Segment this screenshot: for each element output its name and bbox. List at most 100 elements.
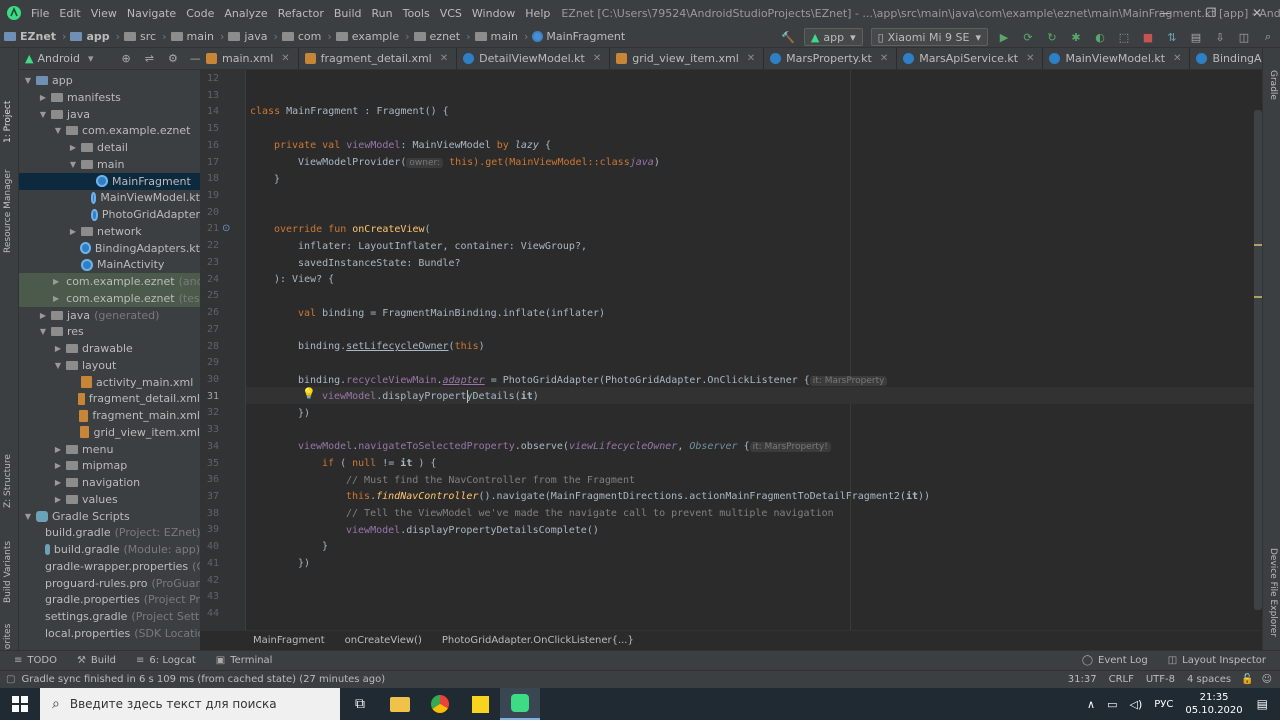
expand-arrow-icon[interactable]: ▼ [23,512,33,521]
side-tab-resource-manager[interactable]: Resource Manager [3,169,13,253]
tree-item[interactable]: activity_main.xml [19,374,200,391]
crumb-src[interactable]: src › [120,30,167,43]
menu-edit[interactable]: Edit [54,7,85,20]
tool-tab-todo[interactable]: ≡ TODO [0,655,67,666]
tree-item[interactable]: fragment_main.xml [19,407,200,424]
taskbar-clock[interactable]: 21:35 05.10.2020 [1185,691,1242,717]
tree-item[interactable]: BindingAdapters.kt [19,240,200,257]
target-icon[interactable]: ⊕ [122,52,131,65]
tree-item[interactable]: ▼ layout [19,357,200,374]
start-button[interactable] [0,688,40,720]
tool-tab-terminal[interactable]: ▣ Terminal [206,655,283,666]
tree-item[interactable]: ▶ mipmap [19,457,200,474]
side-tab-build-variants[interactable]: Build Variants [3,541,13,603]
tree-item[interactable]: ▶ drawable [19,340,200,357]
menu-help[interactable]: Help [520,7,555,20]
crumb-app[interactable]: app › [66,30,120,43]
collapse-arrow-icon[interactable]: ▶ [53,461,63,470]
breadcrumb-class[interactable]: MainFragment [253,635,325,646]
caret-position[interactable]: 31:37 [1068,674,1097,685]
collapse-arrow-icon[interactable]: ▶ [53,495,63,504]
tree-item[interactable]: gradle-wrapper.properties(Gr [19,558,200,575]
editor-tab[interactable]: DetailViewModel.kt ✕ [457,48,611,69]
collapse-arrow-icon[interactable]: ▶ [68,227,78,236]
expand-arrow-icon[interactable]: ▼ [53,126,63,135]
line-separator[interactable]: CRLF [1109,674,1134,685]
menu-refactor[interactable]: Refactor [273,7,329,20]
tree-item[interactable]: MainActivity [19,256,200,273]
tree-item[interactable]: MainFragment [19,172,200,190]
expand-arrow-icon[interactable]: ▼ [23,76,33,85]
collapse-arrow-icon[interactable]: ▶ [68,143,78,152]
override-marker-icon[interactable]: ⊙ [222,223,230,234]
collapse-icon[interactable]: ⇌ [145,52,154,65]
profile-button[interactable]: ◐ [1092,29,1108,45]
sync-gradle-button[interactable]: ⇅ [1164,29,1180,45]
indent-setting[interactable]: 4 spaces [1187,674,1231,685]
taskbar-sticky-notes[interactable] [460,688,500,720]
tree-item[interactable]: local.properties(SDK Location [19,625,200,642]
chevron-down-icon[interactable]: ▾ [88,52,94,65]
input-language[interactable]: РУС [1154,699,1173,710]
tree-item[interactable]: ▶ detail [19,139,200,156]
tree-item[interactable]: ▶ manifests [19,89,200,106]
project-view-mode[interactable]: Android [37,52,80,65]
build-hammer-icon[interactable]: 🔨 [780,29,796,45]
editor-tab[interactable]: fragment_detail.xml ✕ [299,48,458,69]
menu-tools[interactable]: Tools [398,7,435,20]
taskbar-search-input[interactable]: ⌕ Введите здесь текст для поиска [40,688,340,720]
side-tab-structure[interactable]: Z: Structure [3,454,13,508]
status-message[interactable]: Gradle sync finished in 6 s 109 ms (from… [21,674,385,685]
crumb-project[interactable]: EZnet › [0,30,66,43]
close-window-button[interactable]: ✕ [1234,0,1280,26]
run-config-select[interactable]: ▲ app ▾ [803,28,863,46]
side-tab-gradle[interactable]: Gradle [1268,70,1278,100]
close-tab-icon[interactable]: ✕ [1173,53,1181,64]
file-encoding[interactable]: UTF-8 [1146,674,1175,685]
breadcrumb-lambda[interactable]: PhotoGridAdapter.OnClickListener{...} [442,635,634,646]
apply-code-changes-button[interactable]: ↻ [1044,29,1060,45]
tree-item[interactable]: PhotoGridAdapter [19,206,200,223]
menu-run[interactable]: Run [367,7,398,20]
side-tab-device-file-explorer[interactable]: Device File Explorer [1268,548,1278,637]
attach-debugger-button[interactable]: ⬚ [1116,29,1132,45]
gear-icon[interactable]: ⚙ [168,52,178,65]
tree-item[interactable]: ▼ Gradle Scripts [19,508,200,525]
crumb-java[interactable]: java › [224,30,278,43]
tray-chevron-up-icon[interactable]: ∧ [1087,698,1095,711]
tree-item[interactable]: ▶ network [19,223,200,240]
close-tab-icon[interactable]: ✕ [593,53,601,64]
tree-item[interactable]: ▶ java (generated) [19,307,200,324]
tool-tab-event-log[interactable]: ◯ Event Log [1072,655,1158,666]
crumb-main[interactable]: main › [167,30,224,43]
volume-icon[interactable]: ◁) [1130,698,1143,711]
crumb-com[interactable]: com › [278,30,332,43]
taskbar-android-studio[interactable] [500,688,540,720]
collapse-arrow-icon[interactable]: ▶ [53,294,59,303]
tree-item[interactable]: ▼ main [19,156,200,173]
status-toggle-icon[interactable]: ▢ [6,674,15,685]
crumb-main-pkg[interactable]: main › [471,30,528,43]
menu-analyze[interactable]: Analyze [219,7,272,20]
tree-item[interactable]: ▶ com.example.eznet(andro [19,273,200,290]
lock-icon[interactable]: 🔓 [1241,674,1253,685]
breadcrumb-method[interactable]: onCreateView() [345,635,422,646]
tree-item[interactable]: build.gradle (Project: EZnet) [19,524,200,541]
stop-button[interactable]: ■ [1140,29,1156,45]
tree-item[interactable]: ▼ com.example.eznet [19,122,200,139]
close-tab-icon[interactable]: ✕ [281,53,289,64]
tree-item[interactable]: gradle.properties(Project Prop [19,591,200,608]
tree-item[interactable]: build.gradle (Module: app) [19,541,200,558]
tree-item[interactable]: grid_view_item.xml [19,424,200,441]
editor-tab[interactable]: grid_view_item.xml ✕ [610,48,765,69]
collapse-arrow-icon[interactable]: ▶ [38,311,48,320]
tree-item[interactable]: fragment_detail.xml [19,390,200,407]
editor-scrollbar[interactable] [1254,70,1262,630]
sdk-manager-button[interactable]: ⇩ [1212,29,1228,45]
taskbar-file-explorer[interactable] [380,688,420,720]
side-tab-project[interactable]: 1: Project [3,101,13,143]
layout-inspector-button[interactable]: ◫ [1236,29,1252,45]
editor-tab[interactable]: MainViewModel.kt ✕ [1043,48,1191,69]
crumb-example[interactable]: example › [332,30,410,43]
search-everywhere-button[interactable]: ⌕ [1260,29,1276,45]
